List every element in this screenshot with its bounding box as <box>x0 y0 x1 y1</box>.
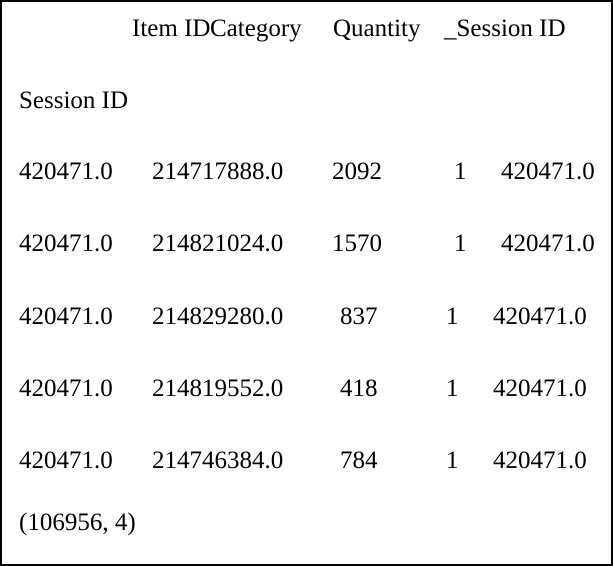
cell-index: 420471.0 <box>19 375 113 402</box>
cell-session-id: 420471.0 <box>501 230 595 257</box>
cell-session-id: 420471.0 <box>493 375 587 402</box>
index-name-label: Session ID <box>19 87 129 114</box>
cell-index: 420471.0 <box>19 158 113 185</box>
cell-index: 420471.0 <box>19 303 113 330</box>
dataframe-shape-text: (106956, 4) <box>19 509 136 536</box>
dataframe-output-panel: Item ID Category Quantity _Session ID Se… <box>0 0 613 566</box>
cell-session-id: 420471.0 <box>493 303 587 330</box>
cell-category: 1 <box>454 158 467 185</box>
cell-category: 1 <box>446 447 459 474</box>
cell-category: 1 <box>454 230 467 257</box>
column-header-session-id: _Session ID <box>444 15 566 42</box>
cell-quantity: 2092 <box>332 158 382 185</box>
column-header-quantity: Quantity <box>333 15 421 42</box>
cell-item-id: 214819552.0 <box>152 375 284 402</box>
cell-index: 420471.0 <box>19 447 113 474</box>
cell-quantity: 837 <box>340 303 378 330</box>
cell-index: 420471.0 <box>19 230 113 257</box>
cell-item-id: 214746384.0 <box>152 447 284 474</box>
cell-quantity: 418 <box>340 375 378 402</box>
column-header-item-id: Item ID <box>132 15 211 42</box>
cell-session-id: 420471.0 <box>501 158 595 185</box>
cell-item-id: 214829280.0 <box>152 303 284 330</box>
cell-item-id: 214821024.0 <box>152 230 284 257</box>
cell-category: 1 <box>446 303 459 330</box>
cell-category: 1 <box>446 375 459 402</box>
cell-quantity: 784 <box>340 447 378 474</box>
cell-quantity: 1570 <box>332 230 382 257</box>
cell-session-id: 420471.0 <box>493 447 587 474</box>
cell-item-id: 214717888.0 <box>152 158 284 185</box>
column-header-category: Category <box>210 15 302 42</box>
